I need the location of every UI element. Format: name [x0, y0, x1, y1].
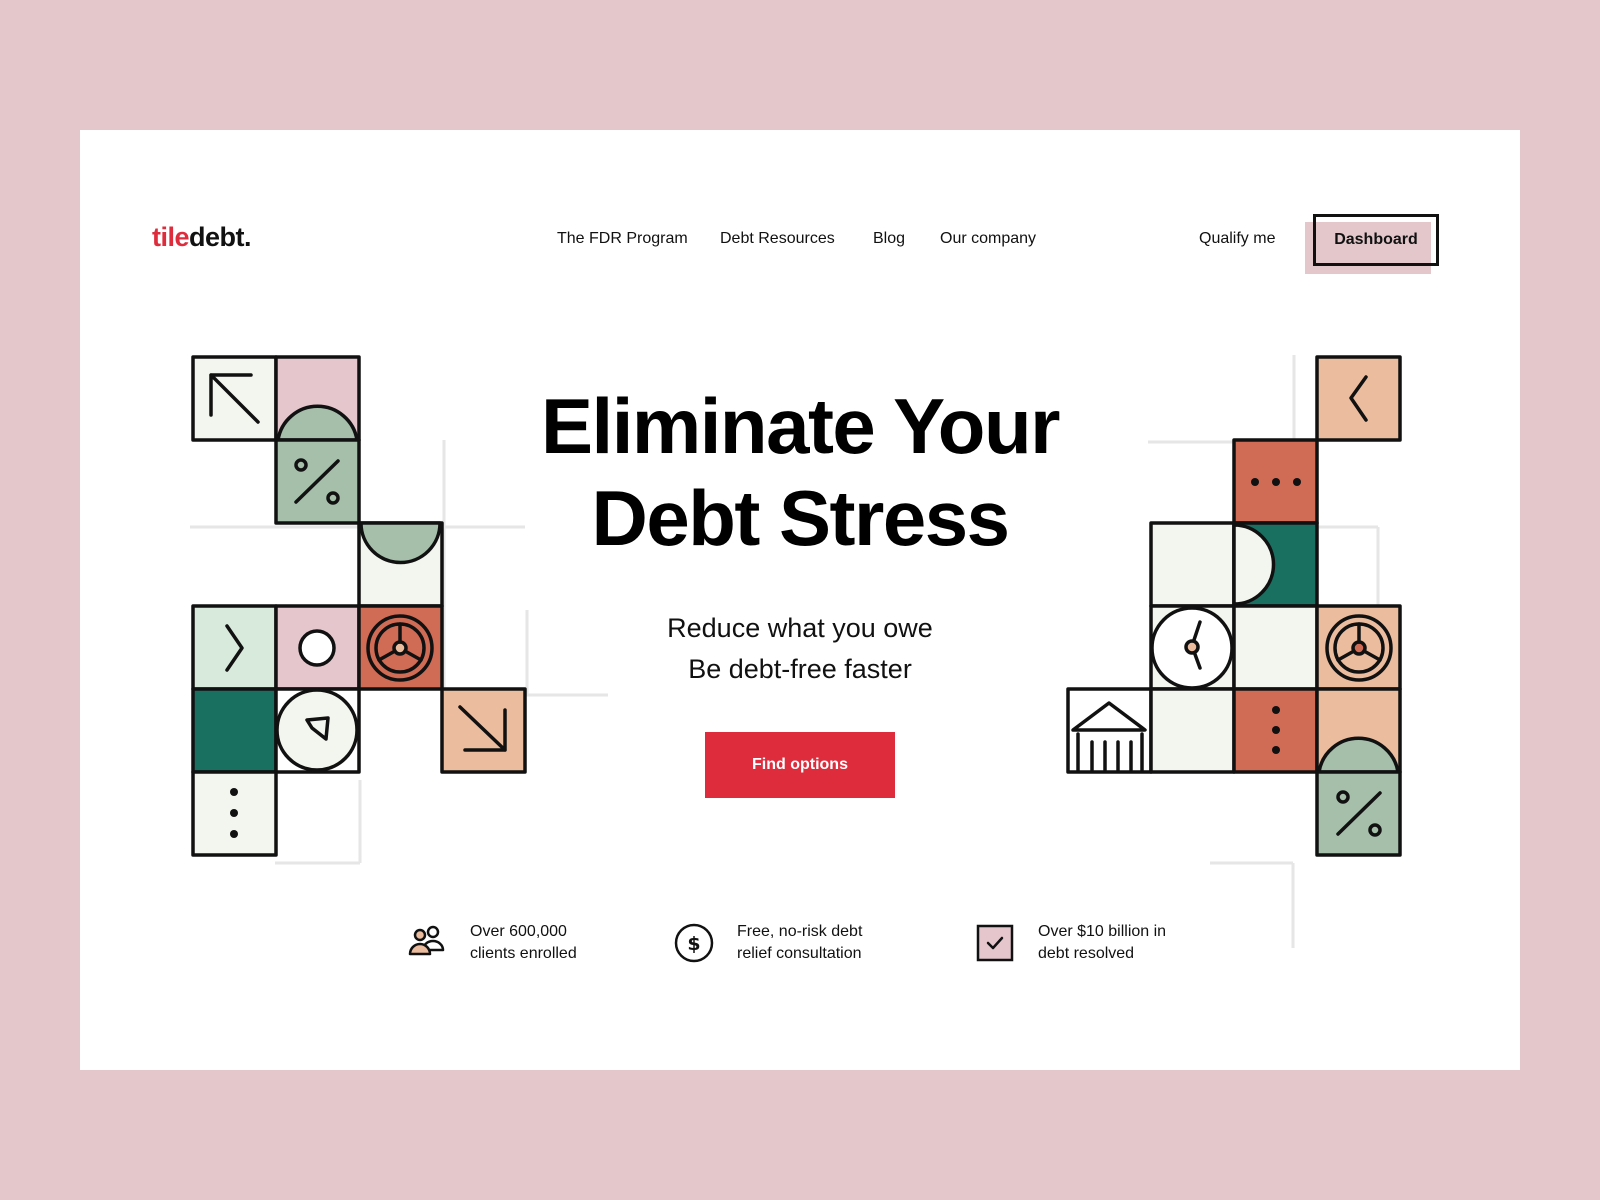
dot — [1272, 746, 1280, 754]
hero-title: Eliminate Your Debt Stress — [80, 380, 1520, 564]
feature-clients-text: Over 600,000 clients enrolled — [470, 921, 620, 965]
hero-subtitle-line1: Reduce what you owe — [667, 613, 933, 643]
feature-debt-resolved-line1: Over $10 billion in — [1038, 923, 1167, 940]
feature-debt-resolved-text: Over $10 billion in debt resolved — [1038, 921, 1188, 965]
dot — [1272, 706, 1280, 714]
find-options-button[interactable]: Find options — [705, 732, 895, 798]
hero-title-line1: Eliminate Your — [541, 382, 1060, 470]
people-icon — [408, 925, 445, 956]
feature-consultation-line2: relief consultation — [737, 945, 862, 962]
feature-clients-line2: clients enrolled — [470, 945, 577, 962]
feature-consultation-text: Free, no-risk debt relief consultation — [737, 921, 887, 965]
dot — [230, 809, 238, 817]
feature-consultation: $ Free, no-risk debt relief consultation — [673, 918, 887, 968]
dollar-coin-icon: $ — [674, 923, 714, 963]
hero-title-line2: Debt Stress — [591, 474, 1011, 562]
hero-subtitle-line2: Be debt-free faster — [688, 654, 912, 684]
dot — [1272, 726, 1280, 734]
tile-teal — [191, 687, 278, 774]
dot — [230, 788, 238, 796]
checkbox-icon — [976, 924, 1014, 962]
svg-text:$: $ — [687, 933, 700, 955]
page-card: tiledebt. The FDR Program Debt Resources… — [80, 130, 1520, 1070]
feature-clients: Over 600,000 clients enrolled — [406, 918, 620, 968]
feature-consultation-line1: Free, no-risk debt — [737, 923, 863, 940]
hero-subtitle: Reduce what you owe Be debt-free faster — [80, 608, 1520, 690]
tile-cream — [1149, 687, 1236, 774]
feature-debt-resolved: Over $10 billion in debt resolved — [974, 918, 1188, 968]
feature-clients-line1: Over 600,000 — [470, 923, 567, 940]
dot — [230, 830, 238, 838]
feature-debt-resolved-line2: debt resolved — [1038, 945, 1135, 962]
